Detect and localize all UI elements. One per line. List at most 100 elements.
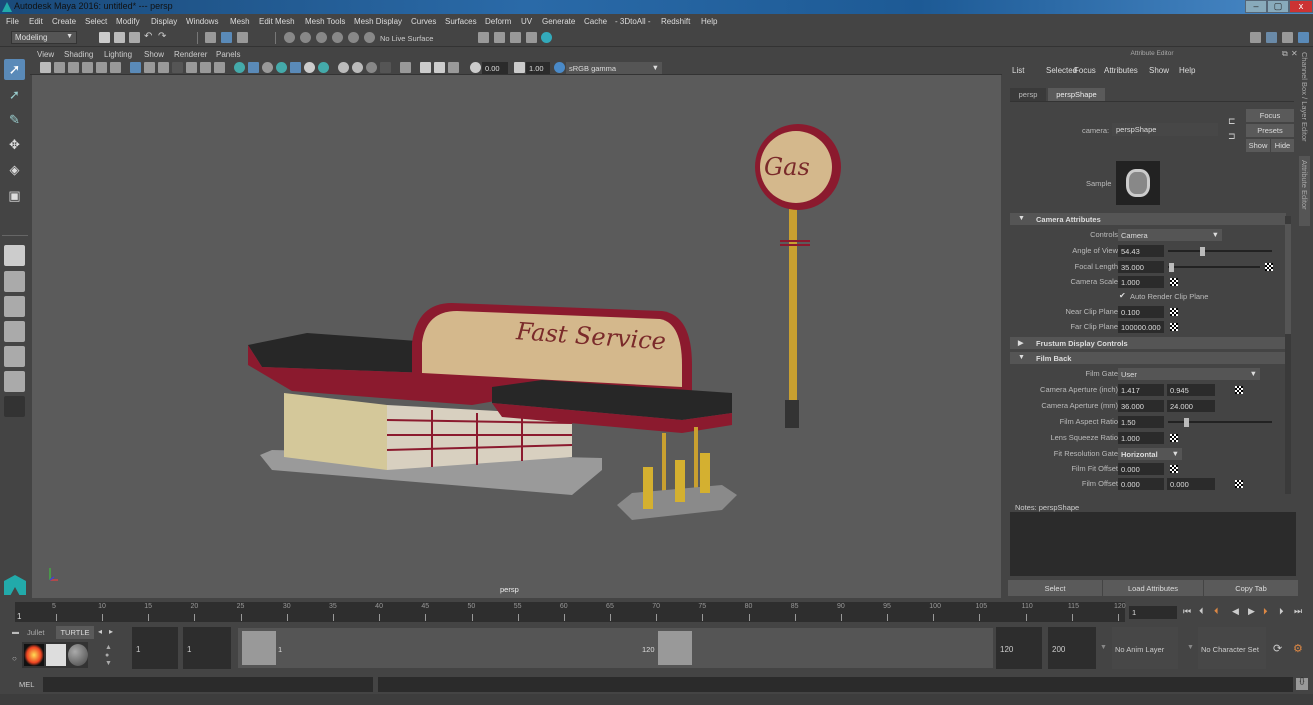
current-frame-field[interactable]: 1 — [1129, 606, 1177, 619]
shelf-tab-jullet[interactable]: Jullet — [27, 628, 45, 637]
step-forward-frame-icon[interactable]: ⏵ — [1263, 606, 1268, 617]
render-view-icon[interactable] — [541, 32, 552, 43]
film-offset-x-field[interactable]: 0.000 — [1118, 478, 1164, 490]
image-plane-icon[interactable] — [82, 62, 93, 73]
menu-redshift[interactable]: Redshift — [661, 17, 690, 26]
maya-home-icon[interactable] — [4, 575, 26, 595]
angle-of-view-field[interactable]: 54.43 — [1118, 245, 1164, 257]
shelf-tab-next-icon[interactable]: ▸ — [109, 627, 113, 636]
xray-active-components-icon[interactable] — [434, 62, 445, 73]
xray-joints-icon[interactable] — [420, 62, 431, 73]
map-button-icon[interactable] — [1170, 278, 1178, 286]
menu-select[interactable]: Select — [85, 17, 107, 26]
hypershade-icon[interactable] — [526, 32, 537, 43]
persp-hypershade-layout-icon[interactable] — [4, 346, 25, 367]
step-forward-key-icon[interactable]: ⏵ — [1279, 606, 1284, 617]
select-hierarchy-icon[interactable] — [205, 32, 216, 43]
attribute-editor-toggle-icon[interactable] — [1298, 32, 1309, 43]
viewport-menu-panels[interactable]: Panels — [216, 50, 240, 59]
map-button-icon[interactable] — [1170, 465, 1178, 473]
scale-tool-icon[interactable]: ▣ — [4, 186, 25, 207]
animation-preferences-icon[interactable]: ⚙ — [1293, 642, 1303, 655]
playback-end-field[interactable]: 120 — [996, 627, 1042, 669]
snap-curve-icon[interactable] — [300, 32, 311, 43]
menu-create[interactable]: Create — [52, 17, 76, 26]
snap-view-plane-icon[interactable] — [332, 32, 343, 43]
menu-uv[interactable]: UV — [521, 17, 532, 26]
menu-display[interactable]: Display — [151, 17, 177, 26]
menu-modify[interactable]: Modify — [116, 17, 140, 26]
viewport-menu-renderer[interactable]: Renderer — [174, 50, 207, 59]
map-button-icon[interactable] — [1265, 263, 1273, 271]
turtle-material-icon[interactable] — [68, 644, 88, 666]
controls-dropdown[interactable]: Camera ▼ — [1118, 229, 1222, 241]
playback-start-field[interactable]: 1 — [183, 627, 231, 669]
focal-length-slider[interactable] — [1168, 263, 1260, 272]
menu-deform[interactable]: Deform — [485, 17, 511, 26]
safe-action-icon[interactable] — [200, 62, 211, 73]
viewport-menu-lighting[interactable]: Lighting — [104, 50, 132, 59]
select-component-icon[interactable] — [237, 32, 248, 43]
snap-grid-icon[interactable] — [284, 32, 295, 43]
script-editor-icon[interactable]: {} — [1296, 678, 1308, 690]
animation-end-field[interactable]: 200 — [1048, 627, 1096, 669]
fit-gate-dropdown[interactable]: Horizontal ▼ — [1118, 448, 1182, 460]
mel-label[interactable]: MEL — [19, 680, 34, 689]
film-gate-dropdown[interactable]: User ▼ — [1118, 368, 1260, 380]
turtle-render-icon[interactable] — [46, 644, 66, 666]
select-camera-icon[interactable] — [40, 62, 51, 73]
time-slider-track[interactable] — [15, 602, 1125, 622]
play-forwards-icon[interactable]: ▶ — [1248, 606, 1255, 617]
textured-icon[interactable] — [290, 62, 301, 73]
side-tab-channel-box[interactable]: Channel Box / Layer Editor — [1300, 52, 1309, 152]
hide-button[interactable]: Hide — [1271, 139, 1294, 152]
menu-set-dropdown[interactable]: Modeling ▼ — [11, 31, 77, 44]
open-scene-icon[interactable] — [114, 32, 125, 43]
outliner-persp-graph-layout-icon[interactable] — [4, 371, 25, 392]
view-transform-dropdown[interactable]: sRGB gamma ▼ — [566, 62, 662, 74]
menu-mesh[interactable]: Mesh — [230, 17, 250, 26]
section-camera-attributes[interactable]: ▼ Camera Attributes — [1010, 213, 1286, 225]
character-set-dropdown[interactable]: No Character Set — [1198, 627, 1266, 669]
section-frustum-display[interactable]: ▶ Frustum Display Controls — [1010, 337, 1286, 349]
bookmark-icon[interactable] — [68, 62, 79, 73]
side-tab-attribute-editor[interactable]: Attribute Editor — [1299, 156, 1310, 226]
step-back-key-icon[interactable]: ⏴ — [1199, 606, 1204, 617]
ae-menu-focus[interactable]: Focus — [1074, 66, 1096, 75]
menu-mesh-tools[interactable]: Mesh Tools — [305, 17, 345, 26]
film-fit-offset-field[interactable]: 0.000 — [1118, 463, 1164, 475]
auto-key-icon[interactable]: ⟳ — [1273, 642, 1282, 655]
aperture-mm-x-field[interactable]: 36.000 — [1118, 400, 1164, 412]
shelf-tab-prev-icon[interactable]: ◂ — [98, 627, 102, 636]
select-tool-icon[interactable]: ➚ — [4, 59, 25, 80]
camera-name-field[interactable]: perspShape — [1112, 123, 1218, 136]
map-button-icon[interactable] — [1235, 480, 1243, 488]
menu-edit-mesh[interactable]: Edit Mesh — [259, 17, 295, 26]
aperture-inch-y-field[interactable]: 0.945 — [1167, 384, 1215, 396]
xray-icon[interactable] — [276, 62, 287, 73]
tool-settings-icon[interactable] — [1282, 32, 1293, 43]
angle-of-view-slider[interactable] — [1168, 247, 1272, 256]
go-to-end-icon[interactable]: ⏭ — [1294, 606, 1302, 617]
shadows-icon[interactable] — [318, 62, 329, 73]
go-to-start-icon[interactable]: ⏮ — [1183, 606, 1191, 617]
exposure-field[interactable]: 0.00 — [482, 62, 508, 74]
ae-menu-show[interactable]: Show — [1149, 66, 1169, 75]
aspect-ratio-field[interactable]: 1.50 — [1118, 416, 1164, 428]
command-input[interactable] — [43, 677, 373, 692]
wireframe-icon[interactable] — [234, 62, 245, 73]
map-button-icon[interactable] — [1170, 434, 1178, 442]
map-button-icon[interactable] — [1170, 323, 1178, 331]
persp-outliner-layout-icon[interactable] — [4, 296, 25, 317]
menu-curves[interactable]: Curves — [411, 17, 436, 26]
snap-surface-icon[interactable] — [348, 32, 359, 43]
safe-title-icon[interactable] — [214, 62, 225, 73]
grid-icon[interactable] — [130, 62, 141, 73]
go-to-input-icon[interactable]: ⊏ — [1228, 116, 1236, 127]
copy-tab-button[interactable]: Copy Tab — [1204, 580, 1298, 596]
step-back-frame-icon[interactable]: ⏴ — [1214, 606, 1219, 617]
close-button[interactable]: x — [1289, 0, 1313, 13]
menu-generate[interactable]: Generate — [542, 17, 575, 26]
play-backwards-icon[interactable]: ◀ — [1232, 606, 1239, 617]
menu-mesh-display[interactable]: Mesh Display — [354, 17, 402, 26]
